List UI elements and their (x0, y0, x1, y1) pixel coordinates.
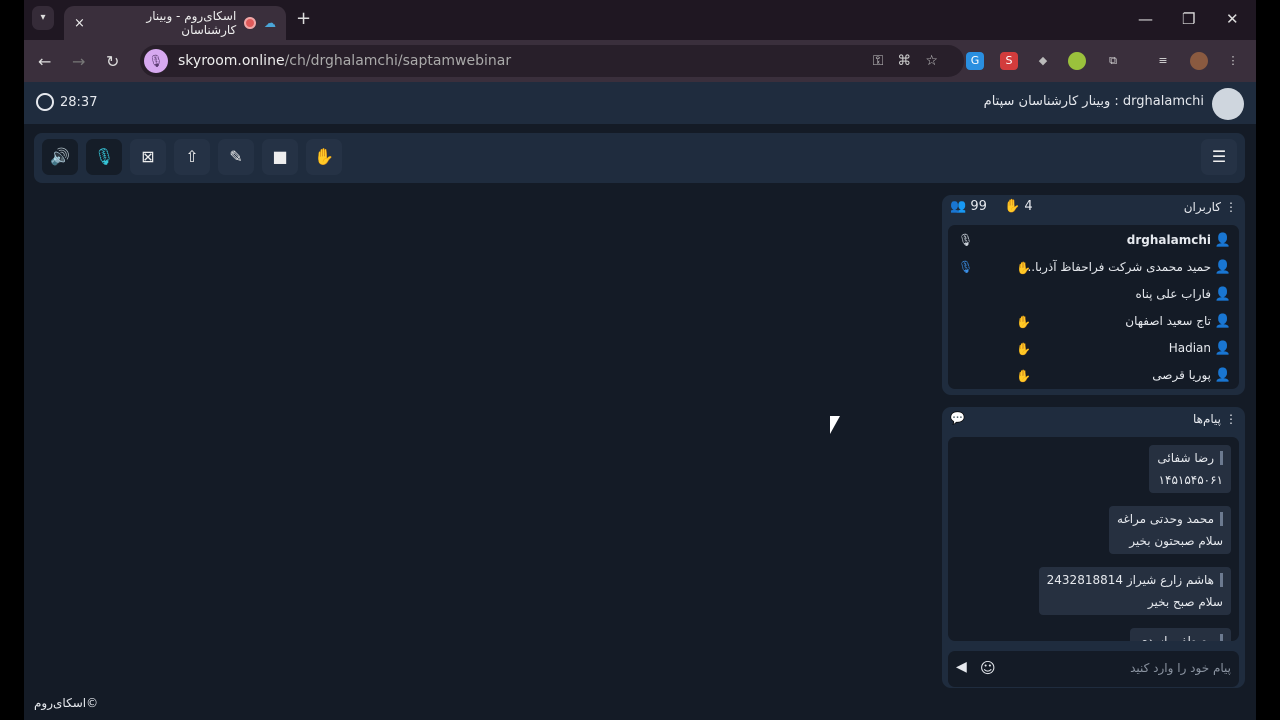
files-button[interactable]: ■ (262, 139, 298, 175)
screen: ▾ ☁ اسکای‌روم - وبینار کارشناسان × + — ❐… (24, 0, 1256, 720)
url-host: skyroom.online (178, 53, 285, 69)
control-bar: 🔊 🎙 ⊠ ⇧ ✎ ■ ✋ ☰ (34, 133, 1245, 183)
raised-hand-icon: ✋ (1016, 261, 1031, 275)
timer-value: 28:37 (60, 94, 98, 110)
mic-icon[interactable]: 🎙 (958, 233, 973, 247)
reload-icon[interactable]: ↻ (106, 52, 119, 71)
raised-hand-icon: ✋ (1016, 342, 1031, 356)
message-list[interactable]: رضا شفائی ۱۴۵۱۵۴۵۰۶۱ محمد وحدتی مراغه سلام … (948, 437, 1239, 641)
app-header: 28:37 drghalamchi : وبینار کارشناسان سپت… (24, 82, 1256, 124)
user-row[interactable]: 👤 حمید محمدی شرکت فراحفاظ آذربا... ✋ 🎙 (948, 256, 1239, 282)
close-window-button[interactable]: ✕ (1226, 10, 1239, 28)
user-row[interactable]: 👤 drghalamchi 🎙 (948, 229, 1239, 255)
extension-icon[interactable]: S (1000, 52, 1018, 70)
user-name: فاراب علی پناه (1135, 287, 1212, 301)
minimize-button[interactable]: — (1138, 10, 1153, 28)
users-count: 👥 99 (950, 199, 987, 214)
user-icon: 👤 (1214, 368, 1231, 383)
users-panel: ⋮ کاربران 👥 99 ✋ 4 👤 drghalamchi 🎙 👤 حمید… (942, 195, 1245, 395)
user-name: تاج سعید اصفهان (1125, 314, 1211, 328)
users-title: کاربران (1183, 200, 1221, 214)
browser-menu-icon[interactable]: ⋮ (1224, 52, 1242, 70)
chat-message: مصطفی اسدی (1130, 628, 1231, 641)
message-text: ۱۴۵۱۵۴۵۰۶۱ (1158, 473, 1223, 487)
user-name: حمید محمدی شرکت فراحفاظ آذربا... (1023, 260, 1211, 274)
clock-icon (36, 93, 54, 111)
address-bar[interactable]: 🎙 skyroom.online/ch/drghalamchi/saptamwe… (140, 45, 964, 77)
user-row[interactable]: 👤 Hadian ✋ (948, 337, 1239, 363)
hamburger-menu-button[interactable]: ☰ (1201, 139, 1237, 175)
message-text: سلام صبحتون بخیر (1129, 534, 1223, 548)
restore-button[interactable]: ❐ (1182, 10, 1195, 28)
extension-icon[interactable]: ◆ (1034, 52, 1052, 70)
user-row[interactable]: 👤 پوریا قرصی ✋ (948, 364, 1239, 390)
user-icon: 👤 (1214, 314, 1231, 329)
user-row[interactable]: 👤 فاراب علی پناه (948, 283, 1239, 309)
extensions-puzzle-icon[interactable]: ⧉ (1104, 52, 1122, 70)
omnibox-icons[interactable]: ⚿⌘☆ (873, 53, 952, 69)
users-count-value: 99 (970, 199, 987, 214)
tab-title: اسکای‌روم - وبینار کارشناسان (146, 9, 237, 37)
user-name: drghalamchi (1126, 233, 1211, 247)
url-path: /ch/drghalamchi/saptamwebinar (284, 53, 512, 69)
users-menu-icon[interactable]: ⋮ (1225, 200, 1237, 214)
recording-icon (244, 17, 256, 29)
message-sender: محمد وحدتی مراغه (1117, 512, 1223, 526)
user-name: پوریا قرصی (1152, 368, 1211, 382)
chat-message: هاشم زارع شیراز 2432818814 سلام صبح بخیر (1038, 567, 1231, 615)
chat-input-placeholder: پیام خود را وارد کنید (1130, 661, 1231, 675)
raised-hand-icon: ✋ (1016, 369, 1031, 383)
microphone-button[interactable]: 🎙 (86, 139, 122, 175)
chat-panel: ⋮ پیام‌ها 💬 رضا شفائی ۱۴۵۱۵۴۵۰۶۱ محمد وحدت… (942, 407, 1245, 688)
emoji-icon[interactable]: ☺ (980, 659, 996, 677)
extension-icon[interactable]: G (966, 52, 984, 70)
browser-toolbar: ← → ↻ 🎙 skyroom.online/ch/drghalamchi/sa… (24, 40, 1256, 82)
chat-message: محمد وحدتی مراغه سلام صبحتون بخیر (1109, 506, 1231, 554)
user-name: Hadian (1168, 341, 1211, 355)
camera-off-button[interactable]: ⊠ (130, 139, 166, 175)
raise-hand-button[interactable]: ✋ (306, 139, 342, 175)
mic-permission-icon[interactable]: 🎙 (144, 49, 168, 73)
message-text: سلام صبح بخیر (1147, 595, 1223, 609)
user-row[interactable]: 👤 تاج سعید اصفهان ✋ (948, 310, 1239, 336)
message-sender: مصطفی اسدی (1138, 634, 1223, 641)
chat-bubble-icon: 💬 (950, 411, 965, 425)
mouse-cursor (830, 416, 840, 434)
chat-message: رضا شفائی ۱۴۵۱۵۴۵۰۶۱ (1149, 445, 1231, 493)
user-icon: 👤 (1214, 287, 1231, 302)
user-list: 👤 drghalamchi 🎙 👤 حمید محمدی شرکت فراحفاظ… (948, 225, 1239, 389)
profile-avatar[interactable] (1190, 52, 1208, 70)
user-avatar[interactable] (1212, 88, 1244, 120)
raised-hands-count: ✋ 4 (1004, 199, 1033, 214)
screen-share-button[interactable]: ⇧ (174, 139, 210, 175)
new-tab-button[interactable]: + (296, 8, 311, 29)
speaker-button[interactable]: 🔊 (42, 139, 78, 175)
message-sender: هاشم زارع شیراز 2432818814 (1047, 573, 1223, 587)
browser-tab[interactable]: ☁ اسکای‌روم - وبینار کارشناسان × (64, 6, 286, 40)
back-icon[interactable]: ← (38, 52, 51, 71)
chat-menu-icon[interactable]: ⋮ (1225, 412, 1237, 426)
session-timer: 28:37 (36, 93, 97, 111)
browser-tab-bar: ▾ ☁ اسکای‌روم - وبینار کارشناسان × + — ❐… (24, 0, 1256, 40)
tab-search-button[interactable]: ▾ (32, 6, 54, 30)
forward-icon[interactable]: → (72, 52, 85, 71)
favicon-icon: ☁ (264, 16, 276, 30)
footer-copyright: ©اسکای‌روم (34, 696, 99, 710)
mic-icon[interactable]: 🎙 (958, 260, 973, 274)
whiteboard-brush-button[interactable]: ✎ (218, 139, 254, 175)
media-control-icon[interactable]: ≡ (1154, 52, 1172, 70)
send-icon[interactable]: ◀ (956, 659, 967, 675)
extension-icon[interactable] (1068, 52, 1086, 70)
tab-close-button[interactable]: × (74, 16, 85, 31)
chat-title: پیام‌ها (1192, 412, 1221, 426)
message-sender: رضا شفائی (1157, 451, 1223, 465)
raised-hand-icon: ✋ (1016, 315, 1031, 329)
chat-input[interactable]: پیام خود را وارد کنید ☺ ◀ (948, 651, 1239, 687)
user-icon: 👤 (1214, 233, 1231, 248)
user-icon: 👤 (1214, 260, 1231, 275)
room-title: drghalamchi : وبینار کارشناسان سپتام (983, 94, 1204, 109)
hands-count-value: 4 (1024, 199, 1033, 214)
user-icon: 👤 (1214, 341, 1231, 356)
